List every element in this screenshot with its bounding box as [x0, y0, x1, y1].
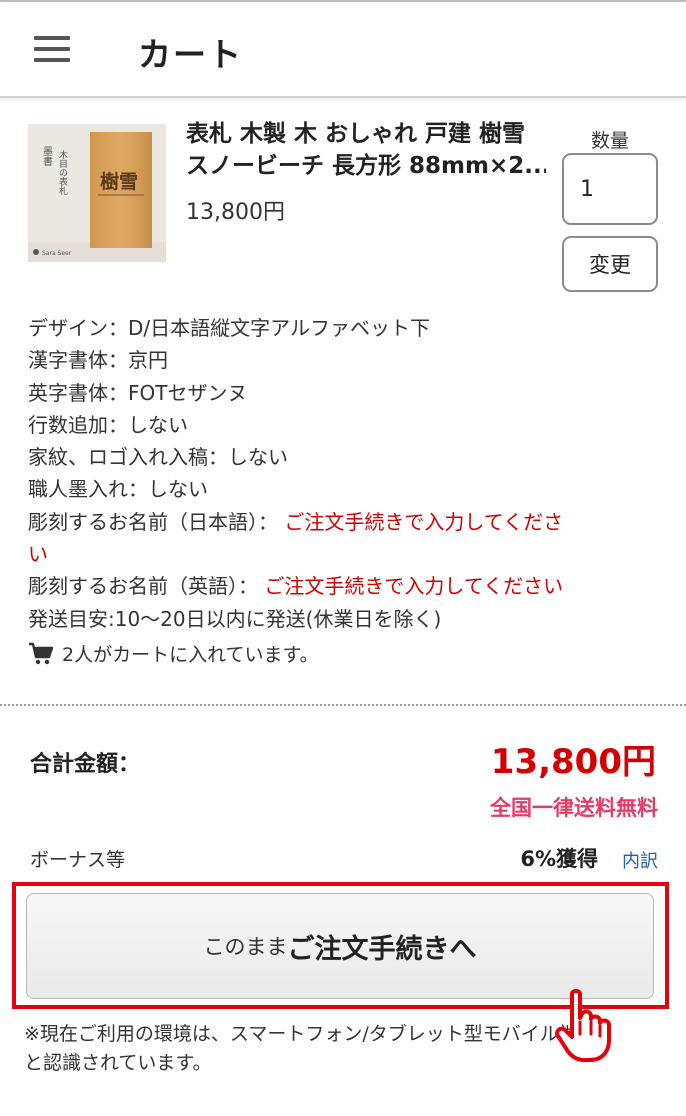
app-header: カート: [0, 2, 686, 98]
order-button-prefix: このまま: [203, 935, 288, 959]
option-name-en: 彫刻するお名前（英語）： ご注文手続きで入力してください: [28, 570, 668, 602]
total-label: 合計金額：: [30, 752, 141, 777]
option-add-lines: 行数追加：しない: [28, 412, 188, 437]
thumb-brand: Sara Seer: [42, 250, 72, 257]
option-name-jp: 彫刻するお名前（日本語）： ご注文手続きで入力してくださ: [28, 506, 668, 538]
free-shipping-note: 全国一律送料無料: [490, 796, 658, 820]
popularity-text: 2人がカートに入れています。: [62, 644, 319, 666]
product-name-line-2[interactable]: スノービーチ 長方形 88mm×2...: [186, 150, 546, 182]
product-name-line-1[interactable]: 表札 木製 木 おしゃれ 戸建 樹雪: [186, 118, 546, 150]
option-alpha-font: 英字書体：FOTセザンヌ: [28, 380, 248, 405]
product-thumbnail[interactable]: 墨書 木目の表札 樹雪 Sara Seer: [28, 124, 166, 262]
option-kanji-font: 漢字書体：京円: [28, 348, 168, 373]
page-title: カート: [138, 35, 243, 74]
order-button-label: ご注文手続きへ: [287, 933, 477, 965]
quantity-label: 数量: [590, 130, 629, 152]
menu-icon[interactable]: [34, 36, 72, 64]
product-name[interactable]: 表札 木製 木 おしゃれ 戸建 樹雪 スノービーチ 長方形 88mm×2...: [186, 118, 546, 182]
option-name-jp-label: 彫刻するお名前（日本語）：: [28, 509, 278, 534]
shipping-estimate: 発送目安:10〜20日以内に発送(休業日を除く): [28, 606, 442, 631]
thumb-plate-text: 樹雪: [100, 170, 138, 193]
option-ink: 職人墨入れ：しない: [28, 477, 208, 502]
section-divider: [0, 704, 686, 706]
thumb-text-2: 木目の表札: [57, 149, 68, 195]
option-name-en-label: 彫刻するお名前（英語）：: [28, 574, 258, 599]
cart-popularity: 2人がカートに入れています。: [28, 640, 319, 667]
hand-pointer-icon: [555, 989, 611, 1062]
cart-icon: [29, 642, 54, 664]
total-price: 13,800円: [490, 742, 656, 782]
product-options: デザイン：D/日本語縦文字アルファベット下 漢字書体：京円 英字書体：FOTセザ…: [28, 312, 668, 635]
option-name-jp-note-cont: い: [28, 542, 48, 567]
option-crest: 家紋、ロゴ入れ入稿：しない: [28, 445, 288, 470]
bonus-value: 6%獲得: [520, 847, 598, 871]
option-design: デザイン：D/日本語縦文字アルファベット下: [28, 316, 430, 340]
bonus-details-link[interactable]: 内訳: [622, 847, 658, 873]
change-quantity-button[interactable]: 変更: [562, 236, 658, 292]
option-name-en-note: ご注文手続きで入力してください: [264, 574, 564, 599]
quantity-input[interactable]: [562, 153, 658, 225]
product-price: 13,800円: [186, 200, 285, 225]
option-name-jp-cont: い: [28, 538, 668, 570]
thumb-text-1: 墨書: [41, 146, 53, 166]
proceed-to-order-button[interactable]: このまま ご注文手続きへ: [26, 893, 654, 999]
option-name-jp-note: ご注文手続きで入力してくださ: [284, 509, 564, 534]
bonus-label: ボーナス等: [30, 849, 126, 871]
